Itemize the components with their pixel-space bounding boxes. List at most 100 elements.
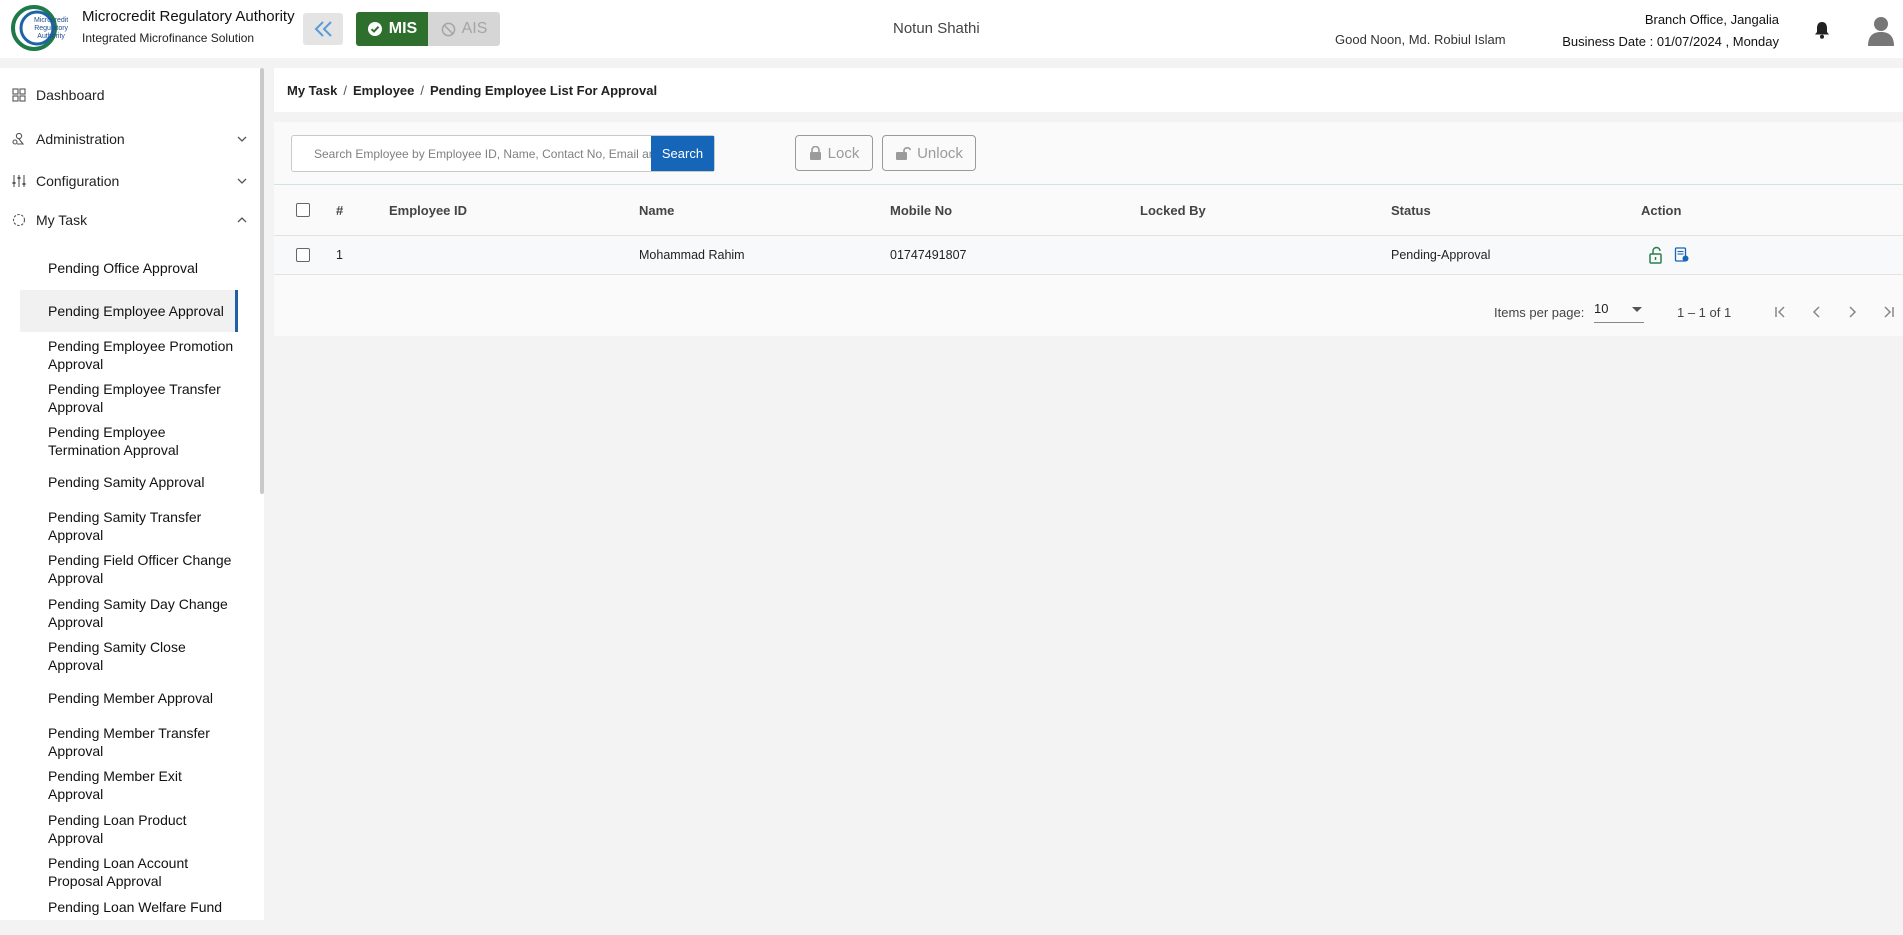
unlock-button[interactable]: Unlock — [882, 135, 976, 171]
sidebar-subitem[interactable]: Pending Member Transfer Approval — [20, 721, 238, 763]
row-index: 1 — [336, 248, 343, 262]
sidebar-subitem[interactable]: Pending Office Approval — [20, 252, 238, 284]
org-name-block: Microcredit Regulatory Authority Integra… — [82, 8, 295, 45]
page-size-select[interactable]: 10 — [1594, 301, 1644, 323]
search-button[interactable]: Search — [651, 136, 714, 171]
first-page-icon[interactable] — [1770, 301, 1792, 323]
sidebar-item-my-task[interactable]: My Task — [0, 205, 255, 235]
chevron-down-icon — [237, 178, 247, 184]
select-all-cell — [296, 185, 310, 235]
column-header-mobile[interactable]: Mobile No — [890, 185, 952, 235]
sidebar-subitem-label: Pending Samity Approval — [48, 474, 205, 490]
lock-button[interactable]: Lock — [795, 135, 873, 171]
next-page-icon[interactable] — [1841, 301, 1863, 323]
ais-mode-button[interactable]: AIS — [428, 12, 500, 46]
unlock-row-icon[interactable] — [1648, 246, 1664, 264]
mis-label: MIS — [388, 20, 418, 37]
column-header-employee-id[interactable]: Employee ID — [389, 185, 467, 235]
app-title: Notun Shathi — [893, 20, 980, 37]
sidebar-subitem-label: Pending Member Transfer Approval — [48, 725, 210, 759]
sidebar-subitem-label: Pending Employee Termination Approval — [48, 424, 179, 458]
unlock-label: Unlock — [917, 144, 963, 162]
user-avatar-icon[interactable] — [1864, 13, 1898, 52]
search-bar: Search — [291, 135, 715, 172]
sidebar-subitem-active[interactable]: Pending Employee Approval — [20, 290, 238, 332]
sidebar-subitem[interactable]: Pending Employee Termination Approval — [20, 420, 238, 462]
column-header-locked-by[interactable]: Locked By — [1140, 185, 1206, 235]
sliders-icon — [12, 175, 26, 187]
grid-icon — [12, 88, 26, 102]
sidebar-subitem-label: Pending Member Approval — [48, 690, 213, 706]
sidebar-subitem[interactable]: Pending Samity Transfer Approval — [20, 505, 238, 547]
notification-bell-icon[interactable] — [1812, 20, 1832, 45]
breadcrumb-item[interactable]: My Task — [287, 83, 337, 98]
column-header-name[interactable]: Name — [639, 185, 674, 235]
check-circle-icon — [367, 22, 382, 36]
sidebar-subitem[interactable]: Pending Samity Approval — [20, 466, 238, 498]
sidebar-subitem-label: Pending Loan Product Approval — [48, 812, 187, 846]
module-switcher: MIS AIS — [356, 12, 500, 46]
sidebar-subitem[interactable]: Pending Employee Promotion Approval — [20, 334, 238, 376]
sidebar-item-dashboard[interactable]: Dashboard — [0, 80, 255, 110]
page-range-label: 1 – 1 of 1 — [1677, 305, 1732, 320]
lock-label: Lock — [827, 144, 860, 162]
branch-name: Branch Office, Jangalia — [1644, 12, 1779, 27]
double-chevron-left-icon — [314, 21, 332, 37]
search-input[interactable] — [292, 136, 651, 171]
previous-page-icon[interactable] — [1806, 301, 1828, 323]
page-size-value: 10 — [1594, 301, 1609, 316]
last-page-icon[interactable] — [1877, 301, 1899, 323]
sidebar-subitem[interactable]: Pending Member Exit Approval — [20, 764, 238, 806]
mis-mode-button[interactable]: MIS — [356, 12, 428, 46]
pending-employee-table: # Employee ID Name Mobile No Locked By S… — [274, 184, 1903, 275]
sidebar-subitem[interactable]: Pending Loan Account Proposal Approval — [20, 851, 238, 893]
table-row: 1 Mohammad Rahim 01747491807 Pending-App… — [274, 236, 1903, 275]
sidebar-subitem[interactable]: Pending Field Officer Change Approval — [20, 548, 238, 590]
lock-icon — [809, 145, 821, 160]
row-status: Pending-Approval — [1391, 248, 1491, 262]
employee-approval-card: Search Lock Unlock # Employee ID Name Mo… — [274, 122, 1903, 336]
row-checkbox[interactable] — [296, 248, 310, 262]
sidebar-item-label: Administration — [36, 131, 125, 147]
column-header-status[interactable]: Status — [1391, 185, 1431, 235]
sidebar-subitem[interactable]: Pending Loan Product Approval — [20, 808, 238, 850]
sidebar-subitem-label: Pending Employee Promotion Approval — [48, 338, 234, 372]
sidebar-subitem[interactable]: Pending Member Approval — [20, 682, 238, 714]
app-header: Microcredit Regulatory Authority Microcr… — [0, 0, 1903, 58]
column-header-action: Action — [1641, 202, 1682, 218]
breadcrumb: My Task / Employee / Pending Employee Li… — [274, 68, 1903, 112]
sidebar-subitem-label: Pending Employee Approval — [48, 303, 224, 319]
sidebar-subitem-label: Pending Samity Day Change Approval — [48, 596, 228, 630]
breadcrumb-current: Pending Employee List For Approval — [430, 82, 658, 98]
sidebar-item-configuration[interactable]: Configuration — [0, 166, 255, 196]
row-actions — [1648, 236, 1690, 274]
sidebar-subitem-label: Pending Employee Transfer Approval — [48, 381, 221, 415]
sidebar-subitem[interactable]: Pending Loan Welfare Fund Approval — [20, 895, 238, 920]
chevron-down-icon — [237, 136, 247, 142]
sidebar-subitem-label: Pending Loan Welfare Fund Approval — [48, 899, 223, 920]
sidebar-subitem-label: Pending Samity Transfer Approval — [48, 509, 202, 543]
sidebar-scrollbar[interactable] — [260, 68, 264, 494]
sidebar-item-administration[interactable]: Administration — [0, 124, 255, 154]
sidebar: Dashboard Administration Configuration M… — [0, 68, 264, 920]
logo-line-1: Microcredit — [34, 17, 69, 24]
ais-label: AIS — [461, 20, 488, 37]
sidebar-collapse-button[interactable] — [303, 13, 343, 45]
logo-line-2: Regulatory — [34, 25, 69, 32]
items-per-page-label: Items per page: — [1494, 305, 1585, 320]
task-icon — [12, 213, 26, 227]
table-header-row: # Employee ID Name Mobile No Locked By S… — [274, 185, 1903, 236]
sidebar-item-label: Dashboard — [36, 87, 105, 103]
chevron-up-icon — [237, 217, 247, 223]
business-date: Business Date : 01/07/2024 , Monday — [1562, 34, 1779, 49]
sidebar-subitem[interactable]: Pending Samity Close Approval — [20, 635, 238, 677]
sidebar-subitem-label: Pending Field Officer Change Approval — [48, 552, 232, 586]
sidebar-subitem[interactable]: Pending Employee Transfer Approval — [20, 377, 238, 419]
select-all-checkbox[interactable] — [296, 203, 310, 217]
view-details-icon[interactable] — [1674, 247, 1690, 263]
sidebar-subitem[interactable]: Pending Samity Day Change Approval — [20, 592, 238, 634]
sidebar-subitem-label: Pending Member Exit Approval — [48, 768, 182, 802]
paginator: Items per page: 10 1 – 1 of 1 — [274, 290, 1903, 336]
mra-logo: Microcredit Regulatory Authority — [8, 4, 74, 52]
breadcrumb-item[interactable]: Employee — [353, 83, 414, 98]
